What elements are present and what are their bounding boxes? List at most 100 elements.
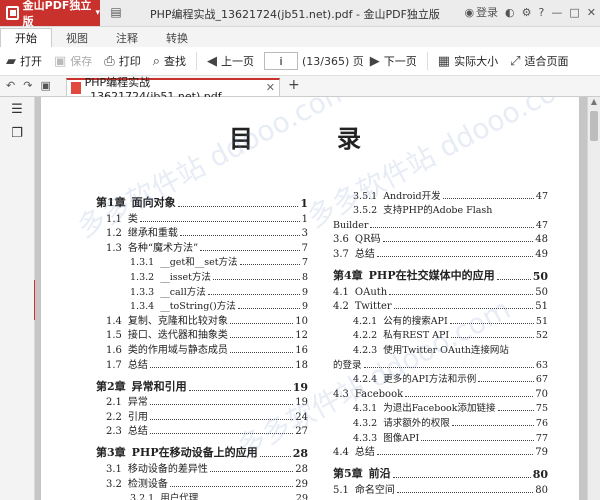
toc-entry[interactable]: 1.6 类的作用域与静态成员 16: [96, 341, 308, 356]
toc-entry[interactable]: 第3章 PHP在移动设备上的应用 28: [96, 437, 308, 460]
toc-entry-title: __get和__set方法: [160, 257, 238, 269]
toc-entry-page: 79: [535, 447, 548, 459]
document-canvas[interactable]: 目 录 第1章 面向对象 1 1.1 类 1 1.2 继承和重载 3 1.3 各种“魔术方法” 7 1.…: [35, 97, 588, 500]
toc-entry-title: 总结: [354, 248, 375, 260]
open-button[interactable]: ▰ 打开: [0, 47, 48, 75]
toc-entry-page: 50: [532, 269, 548, 283]
toc-entry-title: 总结: [354, 447, 375, 459]
toc-entry[interactable]: 第4章 PHP在社交媒体中的应用 50: [333, 260, 548, 283]
toc-entry[interactable]: 3.7 总结 49: [333, 245, 548, 260]
tab-convert[interactable]: 转换: [152, 29, 202, 47]
toc-entry-page: 63: [535, 359, 548, 371]
toc-entry-page: 1: [300, 197, 308, 210]
toc-entry-title: 图像API: [383, 432, 420, 444]
tab-annotate[interactable]: 注释: [102, 29, 152, 47]
toc-entry[interactable]: 3.5.2 支持PHP的Adobe Flash: [333, 202, 548, 216]
toc-entry[interactable]: 5.1 命名空间 80: [333, 481, 548, 496]
toc-entry-title: 前沿: [368, 467, 391, 481]
toc-entry[interactable]: 3.2 检测设备 29: [96, 475, 308, 490]
help-icon[interactable]: ?: [539, 6, 545, 19]
page-number-input[interactable]: [263, 52, 298, 70]
toc-entry[interactable]: 1.3.2 __isset方法 8: [96, 268, 308, 283]
toc-entry[interactable]: 3.6 QR码 48: [333, 231, 548, 246]
save-button[interactable]: ▣ 保存: [48, 47, 98, 75]
new-tab-button[interactable]: +: [288, 77, 300, 93]
toc-entry[interactable]: 第1章 面向对象 1: [96, 187, 308, 210]
toc-leader-dots: [496, 278, 531, 280]
toc-entry[interactable]: 2.1 异常 19: [96, 394, 308, 408]
toc-entry[interactable]: 4.4 总结 79: [333, 444, 548, 459]
toc-entry-title: PHP在社交媒体中的应用: [368, 268, 495, 282]
toc-entry[interactable]: 1.3.1 __get和__set方法 7: [96, 254, 308, 269]
tab-start[interactable]: 开始: [0, 28, 52, 47]
toc-entry[interactable]: 4.3 Facebook 70: [333, 385, 548, 400]
toc-entry[interactable]: 3.5.1 Android开发 47: [333, 187, 548, 202]
redo-icon[interactable]: ↷: [23, 79, 32, 92]
toc-leader-dots: [229, 337, 294, 339]
toc-entry-number: 3.1: [106, 463, 122, 475]
toc-entry[interactable]: 1.3.3 __call方法 9: [96, 283, 308, 298]
save-icon[interactable]: ▣: [40, 79, 50, 92]
toc-entry-page: 9: [301, 301, 308, 313]
find-button[interactable]: ⌕ 查找: [147, 47, 192, 75]
toc-entry-number: 1.3: [106, 242, 122, 254]
vertical-scrollbar[interactable]: ▲: [587, 97, 600, 500]
toc-entry[interactable]: 1.5 接口、迭代器和抽象类 12: [96, 327, 308, 341]
toc-entry-page: 9: [301, 286, 308, 298]
toc-entry[interactable]: 第2章 异常和引用 19: [96, 371, 308, 394]
toc-entry-page: 51: [535, 315, 548, 327]
toc-entry[interactable]: 2.3 总结 27: [96, 423, 308, 438]
toc-entry[interactable]: 3.2.1 用户代理 29: [96, 490, 308, 500]
toc-entry[interactable]: 2.2 引用 24: [96, 408, 308, 423]
toc-entry[interactable]: 3.1 移动设备的差异性 28: [96, 460, 308, 475]
toc-entry[interactable]: Builder 47: [333, 216, 548, 231]
close-button[interactable]: ✕: [587, 6, 596, 19]
file-icon[interactable]: ▤: [108, 4, 124, 20]
toc-entry[interactable]: 4.2 Twitter 51: [333, 298, 548, 312]
toc-entry-page: 29: [295, 478, 308, 490]
print-button[interactable]: ⎙ 打印: [98, 47, 146, 75]
toc-entry[interactable]: 1.2 继承和重载 3: [96, 225, 308, 239]
toc-entry-number: 第3章: [96, 446, 126, 460]
toc-entry[interactable]: 4.1 OAuth 50: [333, 283, 548, 298]
scroll-thumb[interactable]: [590, 111, 598, 141]
document-tab[interactable]: PHP编程实战_13621724(jb51.net).pdf ✕: [66, 76, 280, 103]
toc-leader-dots: [392, 477, 531, 479]
app-menu-button[interactable]: 金山PDF独立版 ▾: [0, 0, 100, 28]
outline-icon[interactable]: ☰: [0, 97, 34, 121]
toc-entry[interactable]: 4.2.1 公有的搜索API 51: [333, 312, 548, 327]
toc-entry[interactable]: 1.3 各种“魔术方法” 7: [96, 239, 308, 254]
toc-entry[interactable]: 4.2.2 私有REST API 52: [333, 327, 548, 341]
prev-page-button[interactable]: ◀ 上一页: [201, 47, 260, 75]
skin-icon[interactable]: ◐: [505, 6, 515, 19]
toc-entry-number: 1.3.2: [130, 271, 155, 283]
scroll-up-icon[interactable]: ▲: [588, 97, 600, 109]
thumbnails-icon[interactable]: ❐: [0, 121, 34, 145]
fit-page-button[interactable]: ⤢ 适合页面: [504, 47, 574, 75]
actual-size-button[interactable]: ▦ 实际大小: [432, 47, 504, 75]
toc-entry-page: 77: [535, 432, 548, 444]
toc-entry-number: 3.6: [333, 234, 349, 246]
undo-icon[interactable]: ↶: [6, 79, 15, 92]
toc-entry-number: 1.1: [106, 213, 122, 225]
toc-entry[interactable]: 4.3.3 图像API 77: [333, 429, 548, 444]
toc-entry[interactable]: 4.2.3 使用Twitter OAuth连接网站: [333, 341, 548, 356]
toc-entry[interactable]: 1.3.4 __toString()方法 9: [96, 298, 308, 313]
toc-entry[interactable]: 的登录 63: [333, 356, 548, 371]
toc-entry[interactable]: 第5章 前沿 80: [333, 458, 548, 481]
toc-entry[interactable]: 1.1 类 1: [96, 210, 308, 225]
login-button[interactable]: ◉ 登录: [464, 4, 498, 20]
toc-entry[interactable]: 4.3.2 请求额外的权限 76: [333, 414, 548, 429]
gear-icon[interactable]: ⚙: [522, 6, 532, 19]
toc-entry[interactable]: 4.2.4 更多的API方法和示例 67: [333, 371, 548, 385]
minimize-button[interactable]: —: [551, 6, 562, 19]
toc-entry[interactable]: 1.7 总结 18: [96, 356, 308, 371]
toc-entry[interactable]: 4.3.1 为退出Facebook添加链接 75: [333, 400, 548, 414]
maximize-button[interactable]: □: [569, 6, 579, 19]
toc-entry[interactable]: 1.4 复制、克隆和比较对象 10: [96, 312, 308, 327]
toc-entry-number: 4.3.3: [353, 432, 378, 444]
toc-entry-title: 总结: [127, 426, 148, 438]
next-page-button[interactable]: ▶ 下一页: [364, 47, 423, 75]
tab-view[interactable]: 视图: [52, 29, 102, 47]
close-tab-icon[interactable]: ✕: [266, 81, 275, 94]
